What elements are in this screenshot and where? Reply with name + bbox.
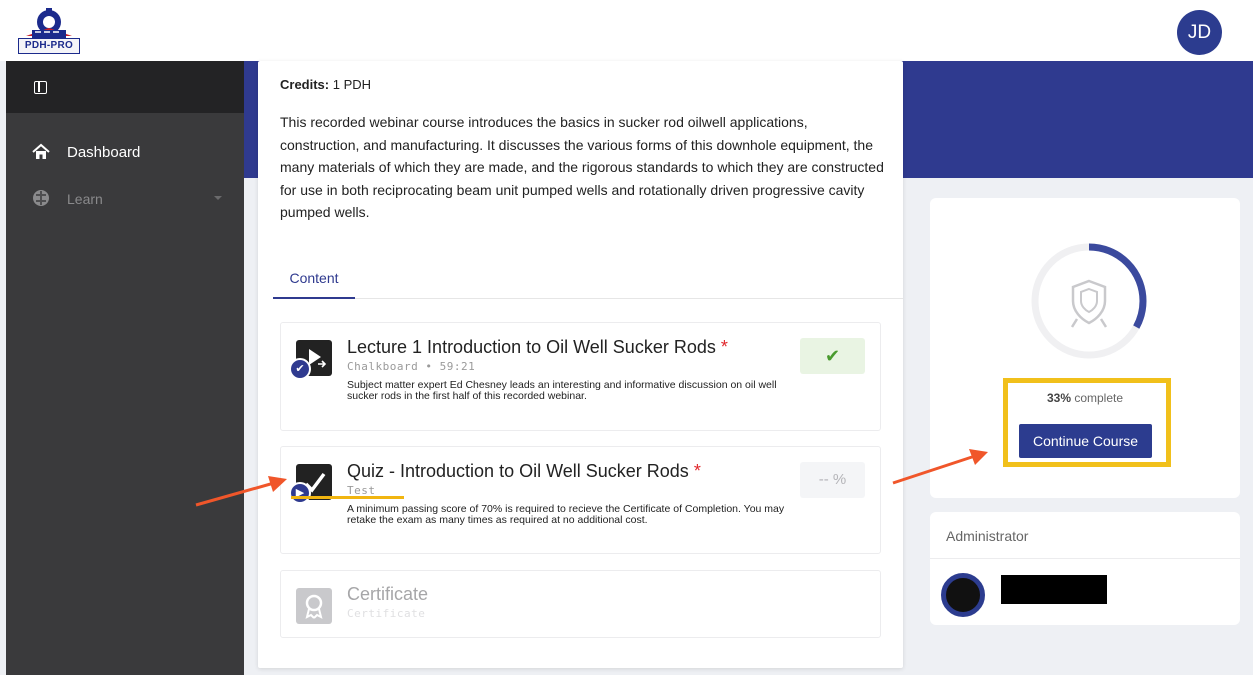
lesson-subtitle: Certificate <box>347 607 426 620</box>
course-credits: Credits: 1 PDH <box>280 77 371 92</box>
annotation-highlight-box <box>1003 378 1171 467</box>
lesson-subtitle: Chalkboard • 59:21 <box>347 360 476 373</box>
quiz-score-badge: -- % <box>800 462 865 498</box>
logo-text: PDH-PRO <box>18 38 80 54</box>
lesson-item-quiz[interactable]: ▶ Quiz - Introduction to Oil Well Sucker… <box>280 446 881 554</box>
progress-ring <box>1031 243 1147 359</box>
completed-check-icon: ✔ <box>289 358 311 380</box>
admin-avatar[interactable] <box>941 573 985 617</box>
logo-emblem-icon <box>26 8 72 38</box>
sidebar: Dashboard Learn <box>6 61 244 675</box>
home-icon <box>32 143 50 159</box>
award-shield-icon <box>1070 279 1108 328</box>
lesson-title[interactable]: Lecture 1 Introduction to Oil Well Sucke… <box>347 337 728 358</box>
course-description: This recorded webinar course introduces … <box>280 114 884 220</box>
lesson-subtitle: Test <box>347 484 376 497</box>
lesson-title-text: Lecture 1 Introduction to Oil Well Sucke… <box>347 337 716 357</box>
progress-card: 33% complete Continue Course <box>930 198 1240 498</box>
sidebar-header <box>6 61 244 113</box>
play-icon: ▶ <box>289 482 311 504</box>
course-card: Credits: 1 PDH This recorded webinar cou… <box>258 61 903 668</box>
required-mark: * <box>720 337 728 357</box>
admin-name-redacted <box>1001 575 1107 604</box>
content-tabs: Content <box>273 266 903 299</box>
credits-label: Credits: <box>280 77 330 92</box>
lesson-title-text: Quiz - Introduction to Oil Well Sucker R… <box>347 461 689 481</box>
administrator-card: Administrator <box>930 512 1240 625</box>
sidebar-toggle-icon[interactable] <box>34 81 47 94</box>
user-avatar[interactable]: JD <box>1177 10 1222 55</box>
lesson-description: A minimum passing score of 70% is requir… <box>347 503 785 526</box>
chevron-down-icon[interactable] <box>214 196 222 200</box>
certificate-icon <box>296 588 332 624</box>
tab-content[interactable]: Content <box>273 266 355 299</box>
lesson-description: Subject matter expert Ed Chesney leads a… <box>347 379 777 402</box>
top-bar: PDH-PRO JD <box>0 0 1253 61</box>
required-mark: * <box>693 461 701 481</box>
sidebar-item-dashboard[interactable]: Dashboard <box>6 135 244 169</box>
pdh-pro-logo[interactable]: PDH-PRO <box>18 6 80 54</box>
lesson-item-certificate[interactable]: Certificate Certificate <box>280 570 881 638</box>
administrator-title: Administrator <box>946 528 1029 544</box>
completed-status-badge: ✔ <box>800 338 865 374</box>
credits-value: 1 PDH <box>332 77 372 92</box>
divider <box>930 558 1240 559</box>
sidebar-item-learn[interactable]: Learn <box>6 181 244 215</box>
lesson-item-lecture-1[interactable]: ✔ Lecture 1 Introduction to Oil Well Suc… <box>280 322 881 431</box>
lesson-title[interactable]: Quiz - Introduction to Oil Well Sucker R… <box>347 461 701 482</box>
brain-icon <box>33 190 49 206</box>
sidebar-item-label: Learn <box>67 191 103 207</box>
sidebar-item-label: Dashboard <box>67 144 141 161</box>
lesson-title[interactable]: Certificate <box>347 584 428 605</box>
